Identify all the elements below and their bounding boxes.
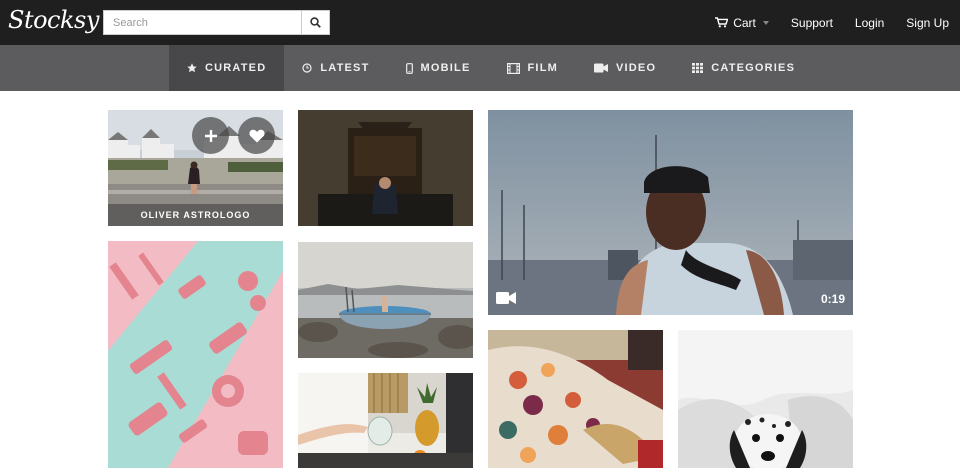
video-tile-portrait[interactable]: 0:19	[488, 110, 853, 315]
search-input[interactable]	[104, 11, 302, 34]
tab-label: VIDEO	[615, 62, 657, 74]
photo-tile-pineapple[interactable]	[298, 373, 473, 468]
like-button[interactable]	[238, 117, 275, 154]
star-icon	[187, 63, 197, 73]
photographer-caption[interactable]: OLIVER ASTROLOGO	[108, 204, 283, 226]
photo-dark-room	[298, 110, 473, 226]
category-nav: CURATED LATEST MOBILE FILM VIDEO CATEGOR…	[0, 45, 960, 91]
video-frame-portrait	[488, 110, 853, 315]
heart-icon	[248, 129, 265, 142]
cart-label: Cart	[733, 15, 756, 30]
tab-mobile[interactable]: MOBILE	[388, 45, 489, 91]
signup-link[interactable]: Sign Up	[906, 16, 949, 30]
login-link[interactable]: Login	[855, 16, 884, 30]
tab-video[interactable]: VIDEO	[576, 45, 674, 91]
photo-tile-dark-room[interactable]	[298, 110, 473, 226]
photo-tile-village[interactable]: OLIVER ASTROLOGO	[108, 110, 283, 226]
photo-tile-dalmatian[interactable]	[678, 330, 853, 468]
photo-pink-tools	[108, 241, 283, 468]
photo-pineapple	[298, 373, 473, 468]
video-duration: 0:19	[820, 292, 845, 306]
tab-label: CURATED	[205, 62, 267, 74]
photo-floral	[488, 330, 663, 468]
search-box	[103, 10, 330, 35]
grid-icon	[692, 63, 704, 73]
photo-tile-bathtub[interactable]	[298, 242, 473, 358]
plus-icon	[204, 129, 217, 142]
tab-curated[interactable]: CURATED	[169, 45, 285, 91]
film-icon	[506, 62, 520, 74]
video-camera-icon	[593, 63, 608, 73]
tab-latest[interactable]: LATEST	[284, 45, 387, 91]
top-bar: Stocksy Cart Support Login Sign Up	[0, 0, 960, 45]
mobile-icon	[405, 62, 413, 74]
tab-label: FILM	[527, 62, 558, 74]
stocksy-logo[interactable]: Stocksy	[8, 6, 99, 34]
account-links: Cart Support Login Sign Up	[715, 0, 949, 45]
search-icon	[310, 17, 321, 28]
cart-menu[interactable]: Cart	[715, 16, 769, 30]
tab-categories[interactable]: CATEGORIES	[674, 45, 813, 91]
chevron-down-icon	[762, 20, 769, 25]
tab-label: MOBILE	[420, 62, 471, 74]
photo-dalmatian	[678, 330, 853, 468]
photo-bathtub	[298, 242, 473, 358]
tab-label: CATEGORIES	[711, 62, 796, 74]
photo-tile-floral[interactable]	[488, 330, 663, 468]
tab-label: LATEST	[320, 62, 370, 74]
cart-icon	[715, 17, 729, 28]
clock-icon	[302, 63, 312, 73]
photo-tile-pink-tools[interactable]	[108, 241, 283, 468]
support-link[interactable]: Support	[791, 16, 833, 30]
search-button[interactable]	[301, 11, 329, 34]
add-to-lightbox-button[interactable]	[192, 117, 229, 154]
tab-film[interactable]: FILM	[489, 45, 576, 91]
video-camera-icon	[496, 292, 516, 304]
